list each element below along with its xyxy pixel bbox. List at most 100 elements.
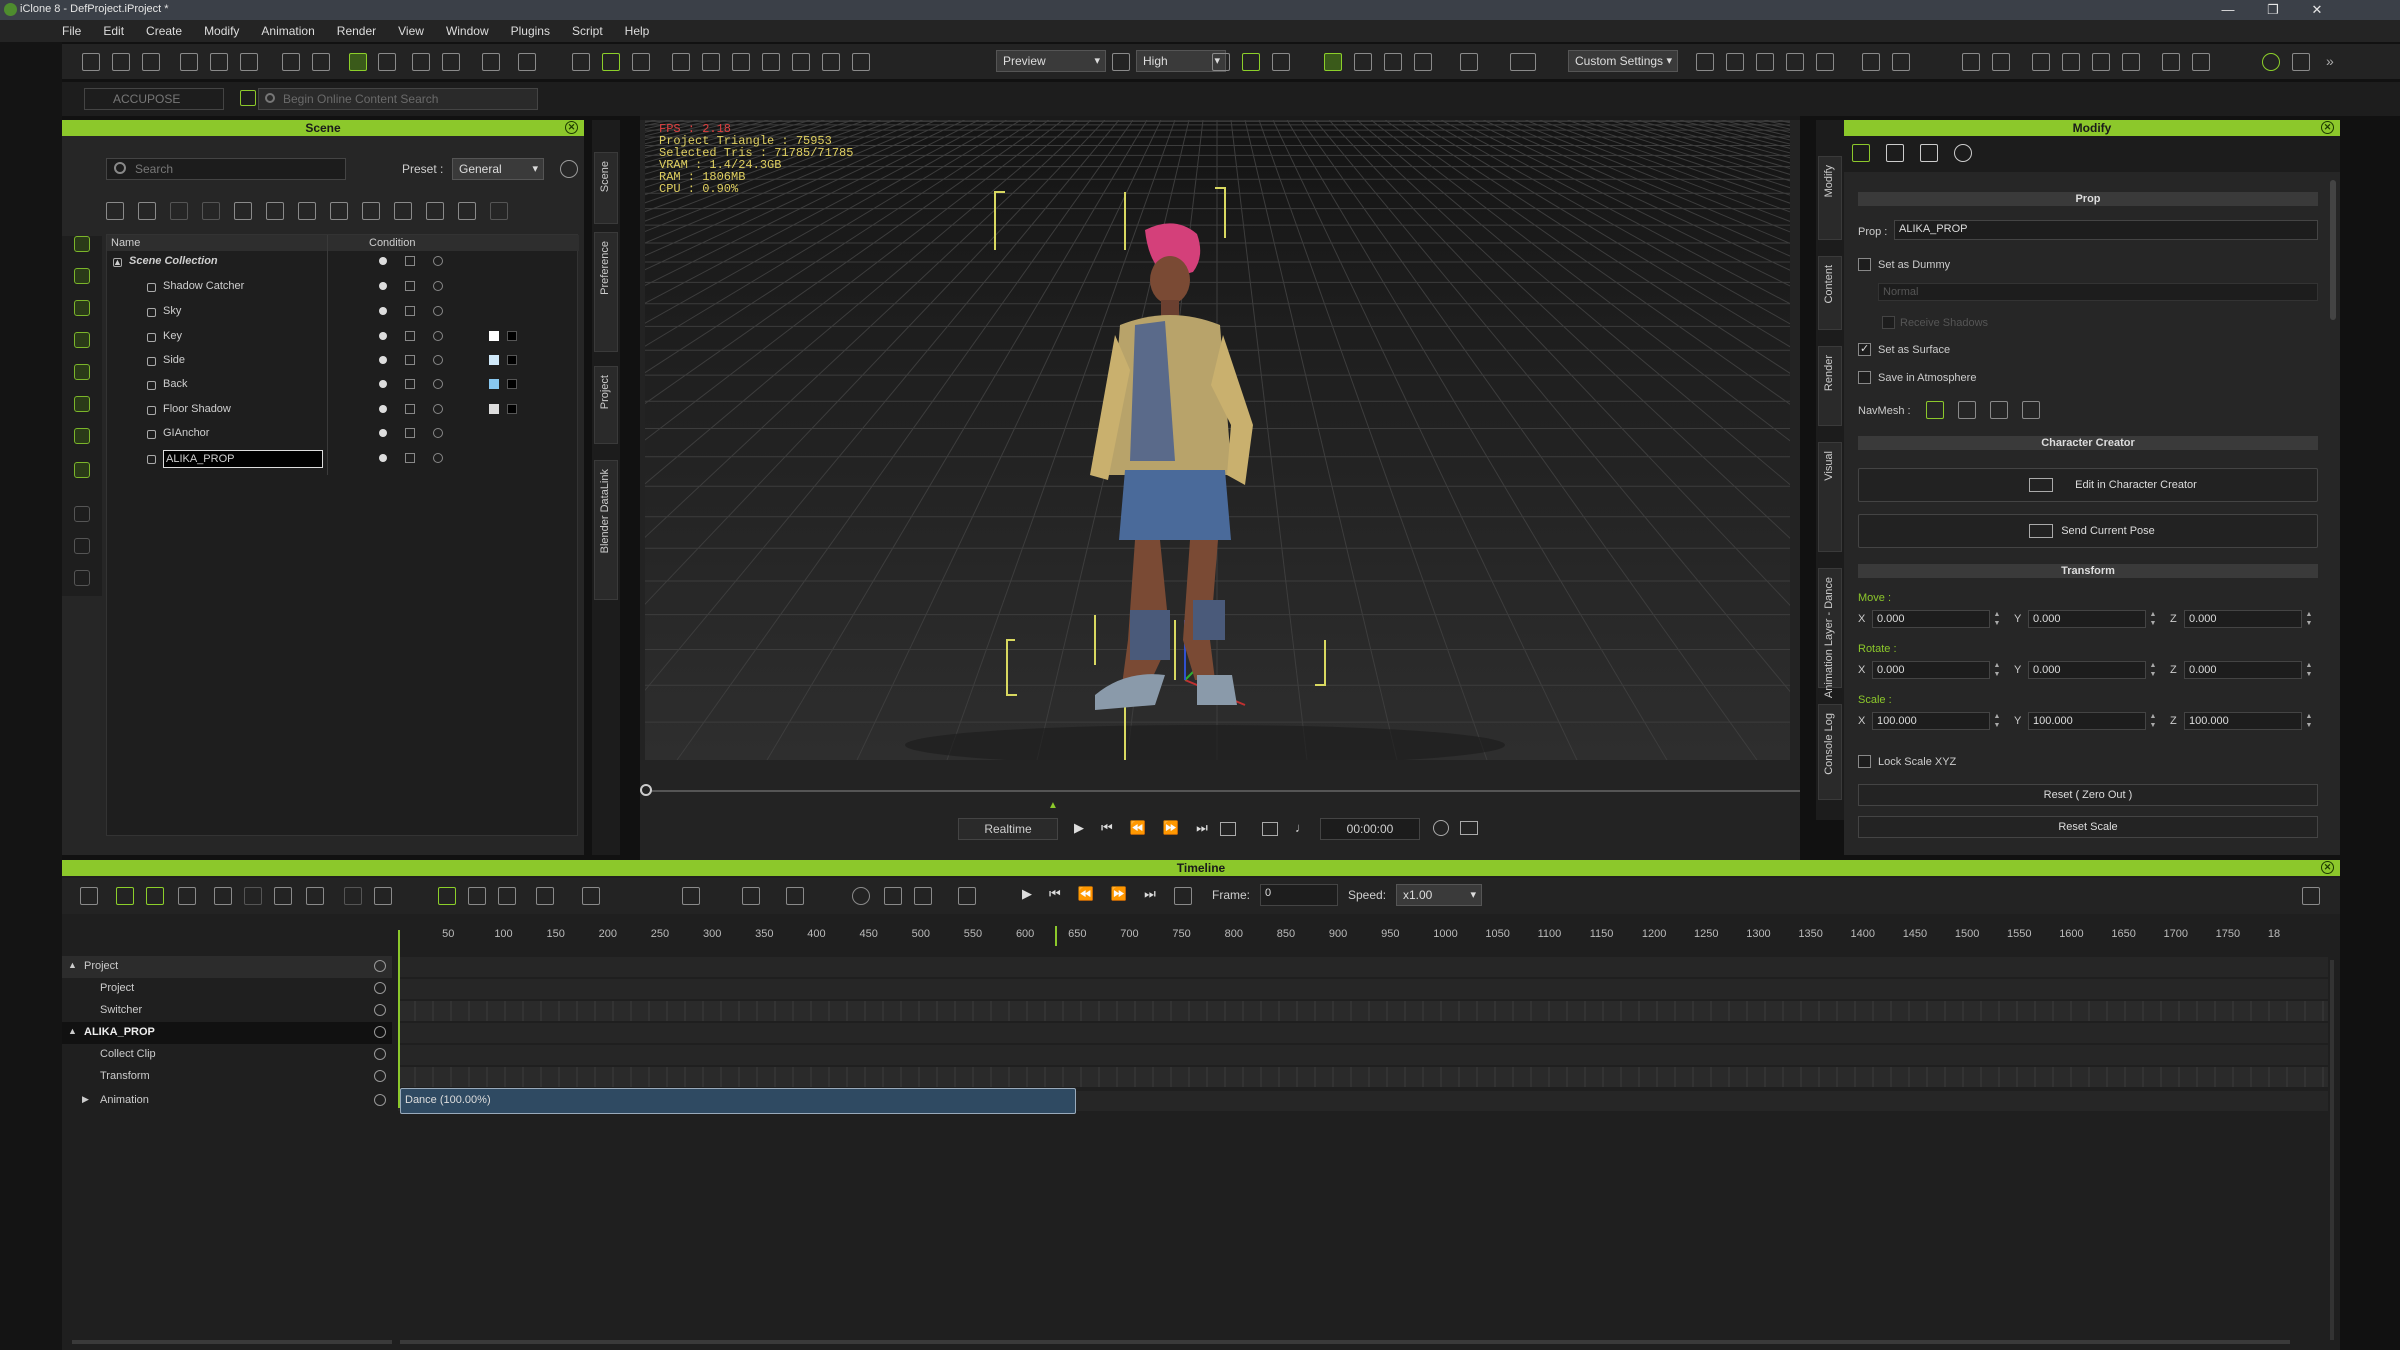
tool-h-icon[interactable] [1992,53,2010,71]
side-tab-left[interactable]: Project [594,366,618,444]
shading-icon[interactable] [852,53,870,71]
mark-in-icon[interactable] [884,887,902,905]
accupose-button[interactable]: ACCUPOSE [84,88,224,110]
side-tab-right[interactable]: Modify [1818,156,1842,240]
track-header[interactable]: Collect Clip [62,1044,392,1066]
shadow-icon[interactable] [433,355,443,365]
timeline-hscrollbar[interactable] [400,1340,2290,1344]
track-remove-icon[interactable] [374,1048,386,1060]
menu-item[interactable]: Window [446,24,489,38]
collect-clip-icon[interactable] [116,887,134,905]
track-remove-icon[interactable] [374,1004,386,1016]
rotate-x-field[interactable]: 0.000 [1872,661,1990,679]
spinner-icon[interactable]: ▲ ▼ [2148,610,2158,628]
keyframe-icon[interactable] [1384,53,1402,71]
scale-y-field[interactable]: 100.000 [2028,712,2146,730]
move-x-field[interactable]: 0.000 [1872,610,1990,628]
tool-f-icon[interactable] [1892,53,1910,71]
video-camera-icon[interactable] [1112,53,1130,71]
light-shadow-swatch[interactable] [507,355,517,365]
track-header[interactable]: Transform [62,1066,392,1088]
scene-tree-item[interactable]: Floor Shadow [107,401,579,423]
settings-gear-icon[interactable] [2122,53,2140,71]
track-header[interactable]: Project [62,978,392,1000]
light-color-swatch[interactable] [489,379,499,389]
scene-tree-item[interactable]: Side [107,352,579,374]
light-icon[interactable] [702,53,720,71]
tool-e-icon[interactable] [1862,53,1880,71]
lock-icon[interactable] [405,331,415,341]
set-as-surface-checkbox[interactable] [1858,342,1871,356]
range-icon[interactable] [438,887,456,905]
track-header[interactable]: ▲ ALIKA_PROP [62,1022,392,1044]
add-key-icon[interactable] [582,887,600,905]
menu-item[interactable]: Edit [103,24,124,38]
light-color-swatch[interactable] [489,331,499,341]
zoom-icon[interactable] [852,887,870,905]
light-shadow-swatch[interactable] [507,379,517,389]
physics-icon[interactable] [1212,53,1230,71]
sort-icon[interactable] [330,202,348,220]
transform-section-header[interactable]: Transform [1858,564,2318,578]
navmesh-walkable-icon[interactable] [1926,401,1944,419]
next-frame-icon[interactable]: ⏩ [1163,820,1196,835]
spinner-icon[interactable]: ▲ ▼ [2148,712,2158,730]
export-fbx-icon[interactable] [240,53,258,71]
track-lane[interactable] [398,1067,2328,1087]
toolbar-more-icon[interactable]: » [2326,53,2334,69]
scale-z-field[interactable]: 100.000 [2184,712,2302,730]
loop-icon[interactable] [1220,822,1236,836]
tracklist-scrollbar[interactable] [72,1340,392,1344]
move-y-field[interactable]: 0.000 [2028,610,2146,628]
add-group-icon[interactable] [106,202,124,220]
light-shadow-swatch[interactable] [507,404,517,414]
visibility-dot-icon[interactable] [379,356,387,364]
save-in-atmosphere-checkbox[interactable] [1858,371,1871,384]
character-icon[interactable] [1696,53,1714,71]
visibility-icon[interactable] [602,53,620,71]
spinner-icon[interactable]: ▲ ▼ [1992,712,2002,730]
lock-icon[interactable] [405,428,415,438]
timeline-loop-icon[interactable] [1174,887,1192,905]
add-folder-icon[interactable] [138,202,156,220]
misc-icon[interactable] [74,570,90,586]
undo-icon[interactable] [282,53,300,71]
play-icon[interactable]: ▶ [1074,820,1101,835]
scene-tree-item[interactable]: ▲ Scene Collection [107,253,579,275]
track-lane[interactable] [398,957,2328,977]
move-up-icon[interactable] [458,202,476,220]
send-pose-button[interactable]: Send Current Pose [1858,514,2318,548]
set-as-dummy-checkbox[interactable] [1858,258,1871,271]
spinner-icon[interactable]: ▲ ▼ [2304,661,2314,679]
track-remove-icon[interactable] [374,1070,386,1082]
rotate-z-field[interactable]: 0.000 [2184,661,2302,679]
render-icon[interactable] [2032,53,2050,71]
select-tool-icon[interactable] [349,53,367,71]
cc-section-header[interactable]: Character Creator [1858,436,2318,450]
align-clip-icon[interactable] [374,887,392,905]
timeline-playhead[interactable] [1055,926,1058,946]
align-icon[interactable] [518,53,536,71]
rotate-y-field[interactable]: 0.000 [2028,661,2146,679]
close-window-icon[interactable]: ✕ [2302,2,2332,18]
spinner-icon[interactable]: ▲ ▼ [2304,610,2314,628]
track-remove-icon[interactable] [374,982,386,994]
online-search-input[interactable]: Begin Online Content Search [258,88,538,110]
frame-range-icon[interactable] [786,887,804,905]
list-view-icon[interactable] [202,202,220,220]
menu-item[interactable]: Render [337,24,376,38]
3d-viewport[interactable]: FPS : 2.18 Project Triangle : 75953 Sele… [645,120,1790,760]
visibility-dot-icon[interactable] [379,307,387,315]
scene-tree-item[interactable]: ALIKA_PROP [107,450,579,472]
timeline-end-icon[interactable]: ⏭ [1144,886,1173,901]
tool-c-icon[interactable] [1786,53,1804,71]
loop-clip-icon[interactable] [274,887,292,905]
side-tab-left[interactable]: Scene [594,152,618,224]
playback-mode-button[interactable]: Realtime [958,818,1058,840]
visibility-dot-icon[interactable] [379,405,387,413]
mini-timeline-handle[interactable] [640,784,652,796]
list-icon[interactable] [1460,53,1478,71]
scene-search-input[interactable]: Search [106,158,346,180]
wireframe-icon[interactable] [822,53,840,71]
home-icon[interactable] [732,53,750,71]
